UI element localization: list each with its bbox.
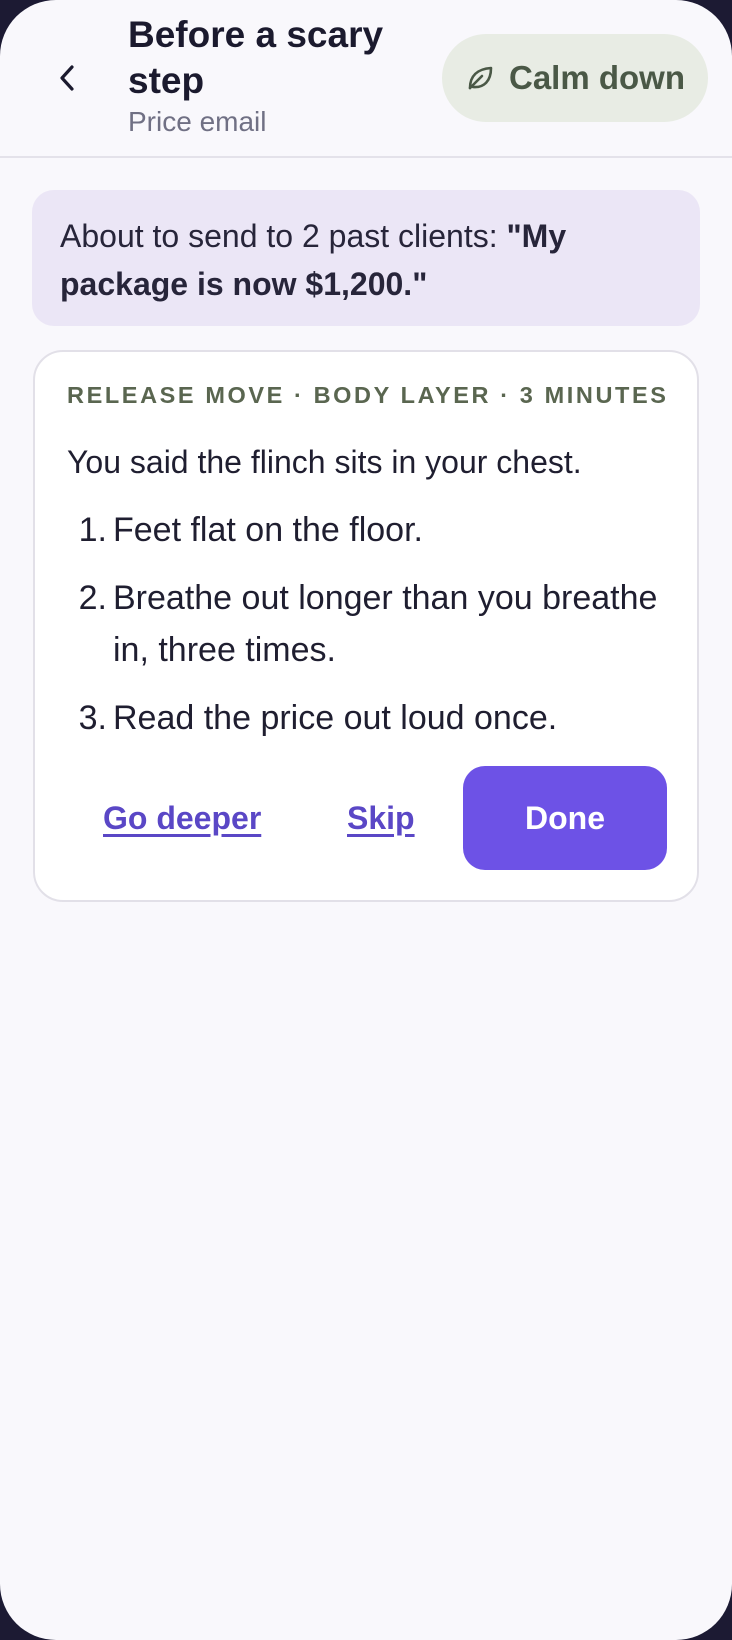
step-item: 2. Breathe out longer than you breathe i… <box>67 572 667 676</box>
leaf-icon <box>468 66 493 90</box>
banner-prefix: About to send to 2 past clients: <box>60 218 507 254</box>
calm-down-label: Calm down <box>508 59 685 96</box>
step-text: Breathe out longer than you breathe in, … <box>113 579 658 669</box>
context-banner: About to send to 2 past clients: "My pac… <box>32 190 700 326</box>
step-number: 1. <box>78 511 107 549</box>
back-button[interactable] <box>44 54 92 102</box>
page-title: Before a scary step <box>128 14 384 101</box>
release-move-card: RELEASE MOVE · BODY LAYER · 3 MINUTES Yo… <box>33 350 699 902</box>
done-button[interactable]: Done <box>463 766 667 870</box>
step-item: 3. Read the price out loud once. <box>67 692 667 744</box>
card-intro: You said the flinch sits in your chest. <box>67 444 582 480</box>
skip-link[interactable]: Skip <box>347 766 415 870</box>
go-deeper-link[interactable]: Go deeper <box>103 766 261 870</box>
step-number: 3. <box>78 699 107 737</box>
page-subtitle: Price email <box>128 106 267 137</box>
card-eyebrow: RELEASE MOVE · BODY LAYER · 3 MINUTES <box>67 382 669 408</box>
step-number: 2. <box>78 579 107 617</box>
top-bar: Before a scary step Price email Calm dow… <box>0 0 732 158</box>
step-item: 1. Feet flat on the floor. <box>67 504 667 556</box>
app-screen: Before a scary step Price email Calm dow… <box>0 0 732 1640</box>
step-text: Read the price out loud once. <box>113 699 558 737</box>
calm-down-button[interactable]: Calm down <box>442 34 708 122</box>
step-text: Feet flat on the floor. <box>113 511 423 549</box>
chevron-left-icon <box>60 65 74 91</box>
steps-list: 1. Feet flat on the floor. 2. Breathe ou… <box>67 504 667 760</box>
